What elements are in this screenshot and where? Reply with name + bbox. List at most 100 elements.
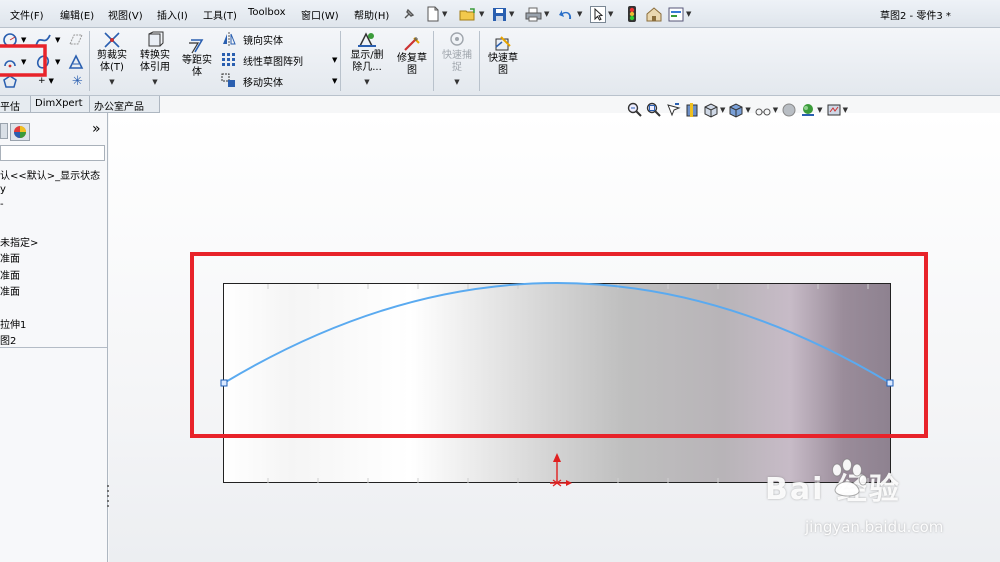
- previous-view-icon[interactable]: [665, 102, 681, 118]
- options-button[interactable]: ▼: [668, 5, 691, 23]
- quick-snaps-label: 快速捕 捉: [442, 50, 472, 73]
- move-icon: [221, 73, 235, 87]
- chevron-down-icon[interactable]: ▼: [136, 76, 174, 88]
- new-document-button[interactable]: ▼: [426, 5, 447, 23]
- repair-sketch-button[interactable]: 修复草 图: [393, 36, 431, 77]
- tree-item-extrude1[interactable]: 拉伸1: [0, 316, 26, 331]
- menu-bar: 文件(F) 编辑(E) 视图(V) 插入(I) 工具(T) Toolbox 窗口…: [0, 0, 1000, 28]
- tree-item-right-plane[interactable]: 准面: [0, 283, 20, 298]
- linear-pattern-label: 线性草图阵列: [243, 56, 303, 68]
- rollback-bar[interactable]: [0, 347, 107, 348]
- tree-item-sensors[interactable]: -: [0, 199, 4, 210]
- linear-pattern-button[interactable]: 线性草图阵列 ▼: [221, 52, 337, 68]
- chevron-down-icon[interactable]: ▼: [745, 106, 750, 114]
- menu-insert[interactable]: 插入(I): [157, 7, 188, 22]
- apply-scene-icon[interactable]: ▼: [800, 102, 823, 118]
- tab-office-products[interactable]: 办公室产品: [90, 96, 160, 113]
- tree-item-material[interactable]: 未指定>: [0, 234, 38, 249]
- rapid-sketch-button[interactable]: 快速草 图: [483, 36, 523, 77]
- rebuild-traffic-light-icon[interactable]: [627, 5, 637, 23]
- tree-tab-left[interactable]: [0, 123, 8, 139]
- tab-evaluate[interactable]: 平估: [0, 96, 31, 113]
- centerline-tool[interactable]: ✳: [72, 74, 83, 89]
- chevron-down-icon[interactable]: ▼: [332, 77, 337, 85]
- edit-appearance-icon[interactable]: [781, 102, 797, 118]
- plane-tool[interactable]: [68, 32, 84, 48]
- display-style-icon[interactable]: ▼: [728, 102, 751, 118]
- chevron-down-icon[interactable]: ▼: [577, 10, 582, 18]
- convert-entities-label: 转换实 体引用: [140, 50, 170, 73]
- move-entities-button[interactable]: 移动实体 ▼: [221, 73, 337, 89]
- trim-entities-button[interactable]: 剪裁实 体(T) ▼: [94, 31, 130, 88]
- display-delete-relations-button[interactable]: 显示/删 除几... ▼: [345, 31, 389, 88]
- menu-help[interactable]: 帮助(H): [354, 7, 389, 22]
- chevron-down-icon[interactable]: ▼: [21, 36, 26, 44]
- zoom-to-fit-icon[interactable]: [627, 102, 643, 118]
- paw-print-icon: [832, 458, 868, 497]
- text-tool[interactable]: [68, 54, 84, 70]
- tab-dimxpert[interactable]: DimXpert: [31, 96, 90, 113]
- chevron-down-icon[interactable]: ▼: [94, 76, 130, 88]
- chevron-down-icon[interactable]: ▼: [21, 58, 26, 66]
- menu-edit[interactable]: 编辑(E): [60, 7, 94, 22]
- print-button[interactable]: ▼: [525, 5, 549, 23]
- ellipse-tool[interactable]: ▼: [34, 54, 60, 70]
- chevron-down-icon[interactable]: ▼: [49, 77, 54, 85]
- display-manager-tab[interactable]: [10, 123, 30, 141]
- chevron-down-icon[interactable]: ▼: [479, 10, 484, 18]
- tree-item-top-plane[interactable]: 准面: [0, 267, 20, 282]
- chevron-down-icon[interactable]: ▼: [332, 56, 337, 64]
- chevron-down-icon[interactable]: ▼: [55, 58, 60, 66]
- point-tool[interactable]: + ▼: [38, 76, 54, 86]
- open-folder-button[interactable]: ▼: [459, 5, 484, 23]
- trim-entities-label: 剪裁实 体(T): [97, 50, 127, 73]
- mirror-entities-button[interactable]: 镜向实体: [221, 31, 283, 47]
- hide-show-items-icon[interactable]: ▼: [754, 102, 778, 118]
- menu-file[interactable]: 文件(F): [10, 7, 44, 22]
- offset-entities-button[interactable]: 等距实 体: [178, 38, 216, 79]
- file-properties-button[interactable]: [646, 5, 662, 23]
- chevron-down-icon[interactable]: ▼: [686, 10, 691, 18]
- tree-filter-input[interactable]: [0, 145, 105, 161]
- chevron-down-icon[interactable]: ▼: [720, 106, 725, 114]
- polygon-tool[interactable]: [2, 75, 18, 89]
- undo-button[interactable]: ▼: [558, 5, 582, 23]
- asterisk-icon: ✳: [72, 74, 83, 89]
- chevron-down-icon[interactable]: ▼: [442, 10, 447, 18]
- arc-tool[interactable]: ▼: [2, 54, 26, 70]
- tree-item-configuration[interactable]: 认<<默认>_显示状态: [0, 167, 100, 182]
- chevron-down-icon[interactable]: ▼: [843, 106, 848, 114]
- convert-entities-button[interactable]: 转换实 体引用 ▼: [136, 31, 174, 88]
- section-view-icon[interactable]: [684, 102, 700, 118]
- menu-view[interactable]: 视图(V): [108, 7, 143, 22]
- pin-icon[interactable]: [402, 5, 416, 23]
- chevron-down-icon[interactable]: ▼: [608, 10, 613, 18]
- tree-item-front-plane[interactable]: 准面: [0, 250, 20, 265]
- double-chevron-right-icon[interactable]: »: [92, 121, 101, 137]
- chevron-down-icon[interactable]: ▼: [509, 10, 514, 18]
- save-button[interactable]: ▼: [492, 5, 514, 23]
- menu-toolbox[interactable]: Toolbox: [248, 7, 286, 18]
- quick-snaps-button[interactable]: 快速捕 捉 ▼: [437, 31, 477, 88]
- rapid-sketch-label: 快速草 图: [488, 53, 518, 76]
- separator: [89, 31, 90, 91]
- zoom-area-icon[interactable]: [646, 102, 662, 118]
- chevron-down-icon[interactable]: ▼: [773, 106, 778, 114]
- tree-item-sketch2[interactable]: 图2: [0, 332, 16, 347]
- spline-tool[interactable]: ▼: [34, 32, 60, 48]
- move-entities-label: 移动实体: [243, 77, 283, 89]
- circle-tool[interactable]: ▼: [2, 32, 26, 48]
- menu-tools[interactable]: 工具(T): [203, 7, 237, 22]
- offset-entities-label: 等距实 体: [182, 55, 212, 78]
- part-face-shaded[interactable]: [223, 283, 891, 483]
- menu-window[interactable]: 窗口(W): [301, 7, 339, 22]
- view-orientation-icon[interactable]: ▼: [703, 102, 725, 118]
- chevron-down-icon[interactable]: ▼: [817, 106, 822, 114]
- chevron-down-icon[interactable]: ▼: [345, 76, 389, 88]
- tree-item-history[interactable]: y: [0, 184, 6, 195]
- chevron-down-icon[interactable]: ▼: [55, 36, 60, 44]
- chevron-down-icon[interactable]: ▼: [544, 10, 549, 18]
- view-settings-icon[interactable]: ▼: [826, 102, 848, 118]
- chevron-down-icon[interactable]: ▼: [437, 76, 477, 88]
- select-button[interactable]: ▼: [590, 5, 613, 23]
